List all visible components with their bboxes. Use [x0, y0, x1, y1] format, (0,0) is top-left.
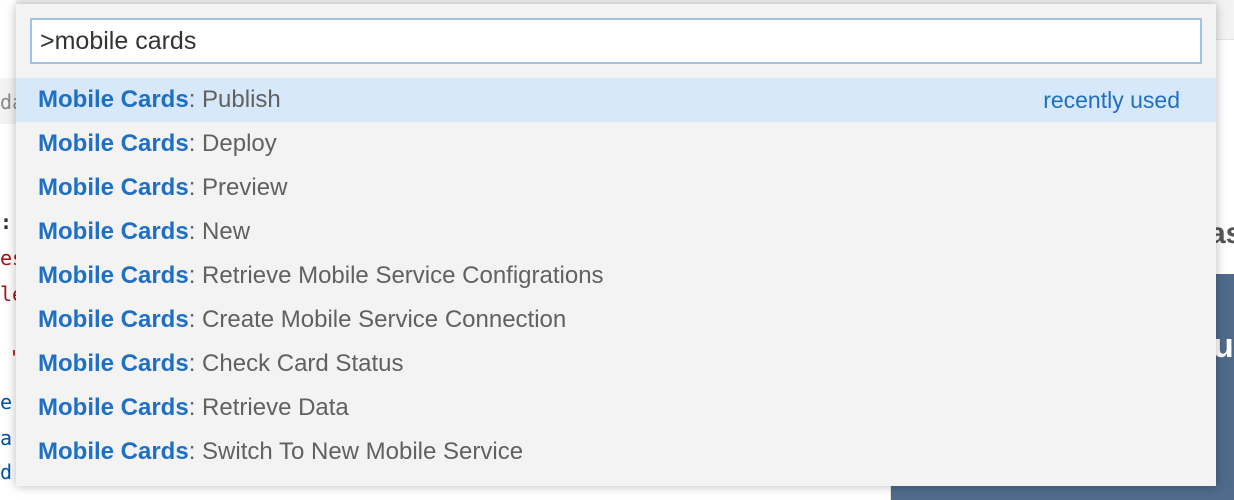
command-item-switch-to-new-mobile-service[interactable]: Mobile Cards: Switch To New Mobile Servi… [16, 430, 1216, 474]
command-label: New [202, 218, 251, 245]
command-separator: : [188, 350, 196, 377]
command-label: Retrieve Data [202, 394, 349, 421]
command-item-retrieve-mobile-service-configrations[interactable]: Mobile Cards: Retrieve Mobile Service Co… [16, 254, 1216, 298]
command-item-publish[interactable]: Mobile Cards: Publish recently used [16, 78, 1216, 122]
command-prefix: Mobile Cards [38, 262, 189, 289]
command-separator: : [188, 306, 196, 333]
preview-card-text-fragment: u [1213, 327, 1234, 365]
command-prefix: Mobile Cards [38, 86, 189, 113]
command-separator: : [188, 174, 196, 201]
command-separator: : [188, 86, 196, 113]
command-item-deploy[interactable]: Mobile Cards: Deploy [16, 122, 1216, 166]
command-separator: : [188, 262, 196, 289]
command-palette-input-box [30, 18, 1202, 64]
editor-code-fragment: : [0, 210, 13, 234]
command-label: Retrieve Mobile Service Configrations [202, 262, 604, 289]
command-palette-input[interactable] [32, 20, 1200, 62]
command-item-new[interactable]: Mobile Cards: New [16, 210, 1216, 254]
command-list: Mobile Cards: Publish recently used Mobi… [16, 78, 1216, 474]
command-item-preview[interactable]: Mobile Cards: Preview [16, 166, 1216, 210]
command-separator: : [188, 218, 196, 245]
command-prefix: Mobile Cards [38, 438, 189, 465]
command-prefix: Mobile Cards [38, 394, 189, 421]
command-item-retrieve-data[interactable]: Mobile Cards: Retrieve Data [16, 386, 1216, 430]
command-separator: : [188, 438, 196, 465]
command-label: Switch To New Mobile Service [202, 438, 524, 465]
command-label: Publish [202, 86, 281, 113]
command-label: Preview [202, 174, 288, 201]
command-prefix: Mobile Cards [38, 218, 189, 245]
command-separator: : [188, 130, 196, 157]
command-prefix: Mobile Cards [38, 350, 189, 377]
command-prefix: Mobile Cards [38, 306, 189, 333]
recently-used-badge: recently used [1043, 86, 1180, 113]
command-prefix: Mobile Cards [38, 174, 189, 201]
command-label: Deploy [202, 130, 277, 157]
command-label: Check Card Status [202, 350, 404, 377]
command-item-create-mobile-service-connection[interactable]: Mobile Cards: Create Mobile Service Conn… [16, 298, 1216, 342]
command-separator: : [188, 394, 196, 421]
command-prefix: Mobile Cards [38, 130, 189, 157]
command-item-check-card-status[interactable]: Mobile Cards: Check Card Status [16, 342, 1216, 386]
command-label: Create Mobile Service Connection [202, 306, 567, 333]
command-palette: Mobile Cards: Publish recently used Mobi… [16, 4, 1216, 486]
